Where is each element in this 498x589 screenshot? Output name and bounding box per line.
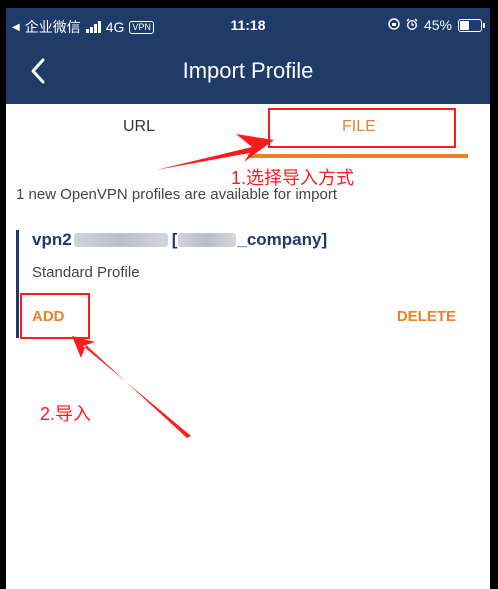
annotation-arrows: [72, 134, 274, 438]
app-screen: ◀ 企业微信 4G VPN 11:18 45% Import Profile U…: [6, 8, 490, 589]
step1-annotation: 1.选择导入方式: [231, 168, 355, 188]
step2-annotation: 2.导入: [40, 404, 92, 424]
